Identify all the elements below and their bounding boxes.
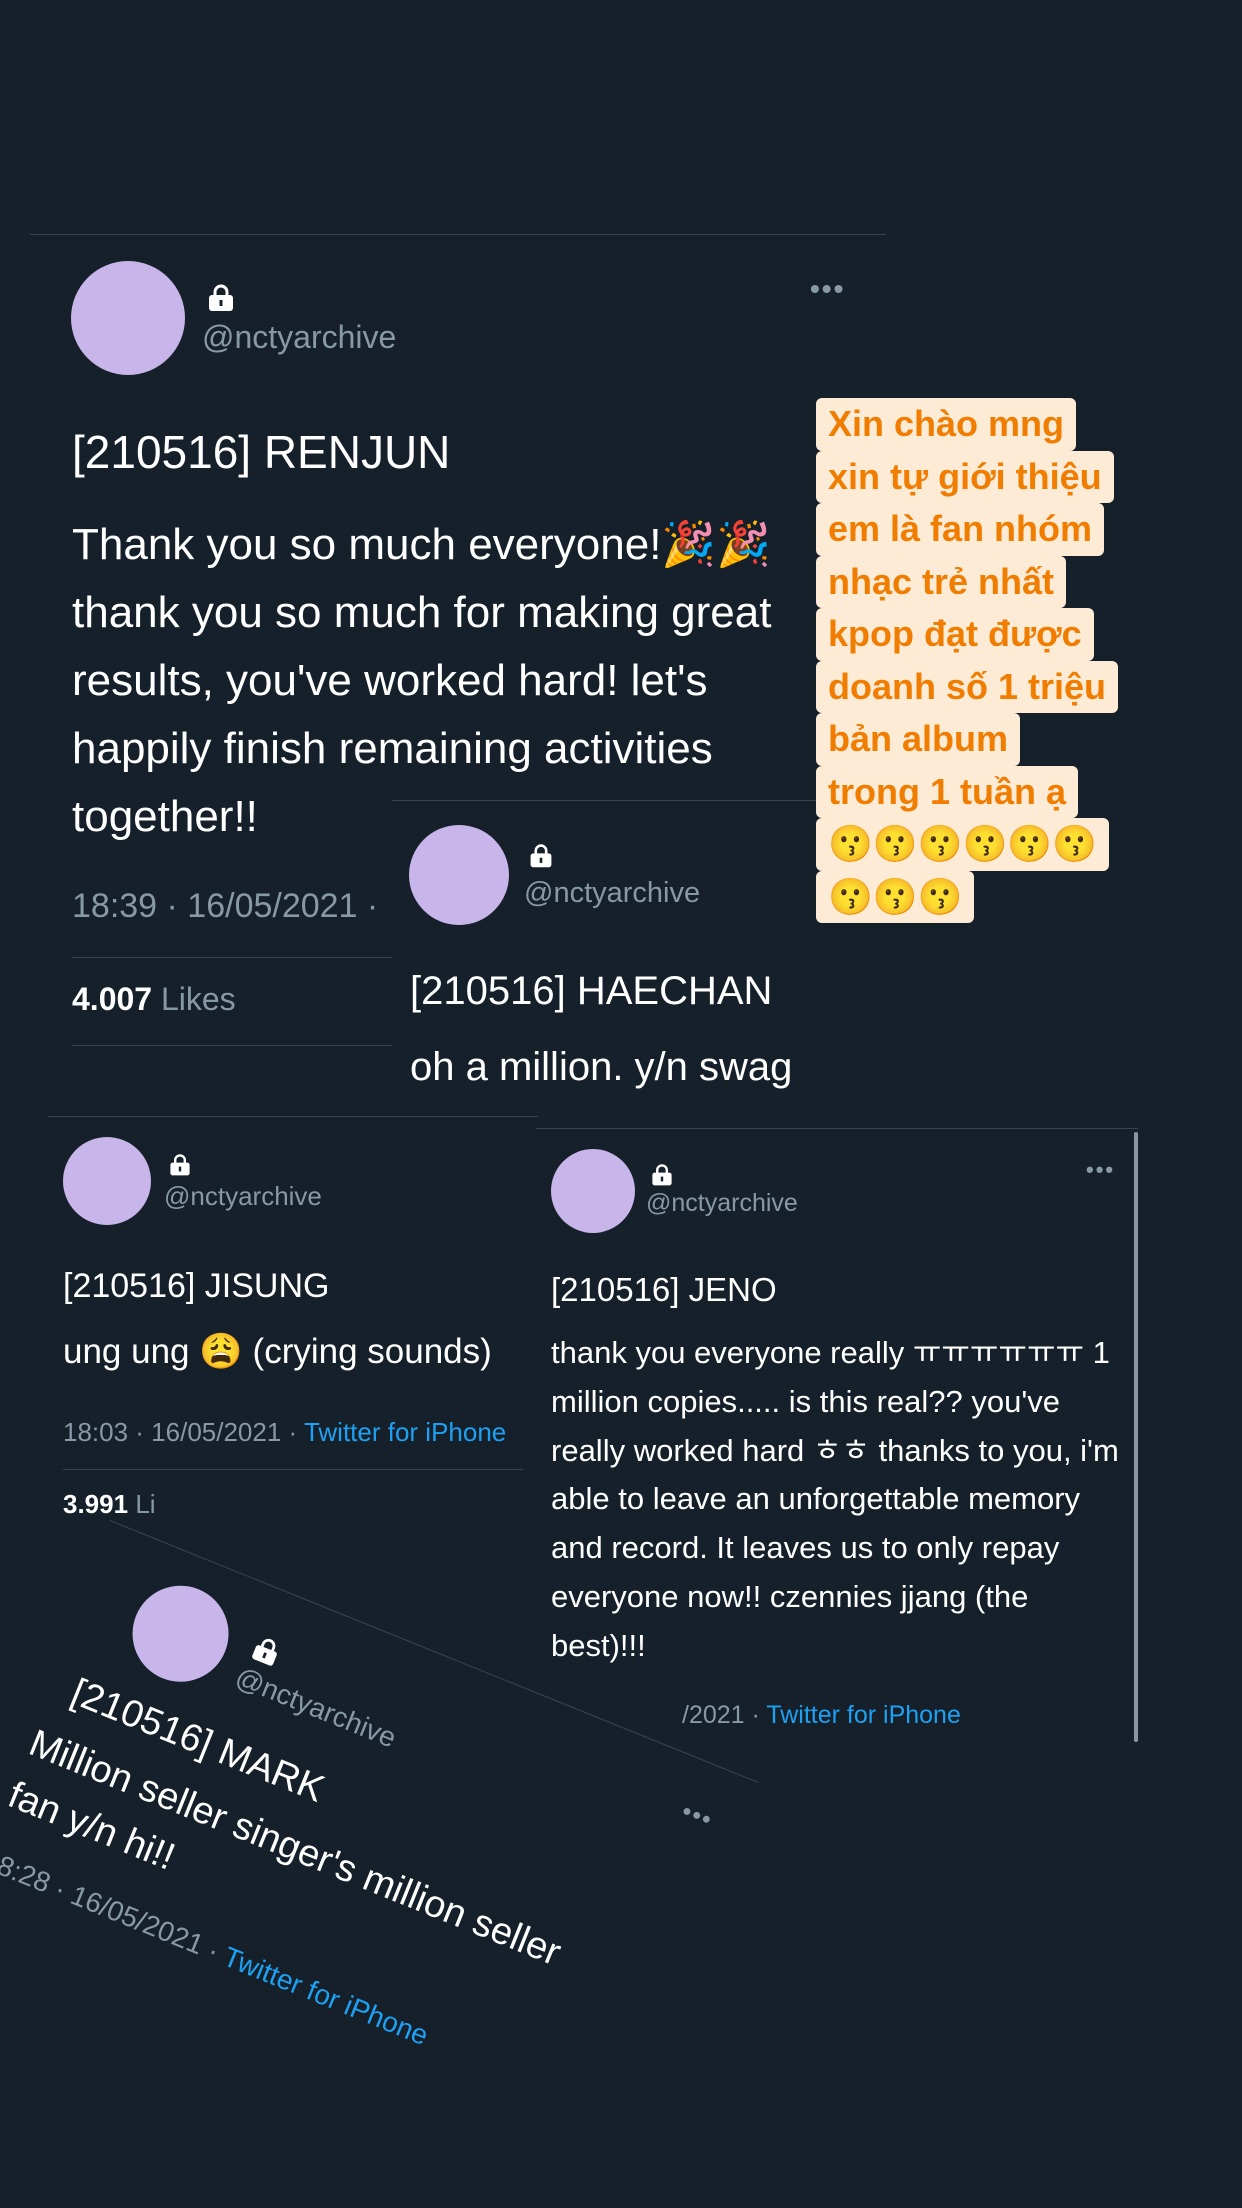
scrollbar[interactable] (1134, 1132, 1138, 1742)
tweet-text: ung ung 😩 (crying sounds) (63, 1332, 492, 1371)
sticker-line: kpop đạt được (816, 608, 1094, 661)
tweet-card-jisung: @nctyarchive [210516] JISUNG ung ung 😩 (… (48, 1116, 538, 1537)
tweet-title: [210516] HAECHAN (410, 969, 773, 1013)
tweet-timestamp: /2021 · Twitter for iPhone (682, 1701, 961, 1730)
handle[interactable]: @nctyarchive (164, 1181, 322, 1212)
sticker-line: doanh số 1 triệu (816, 660, 1119, 713)
sticker-line: 😗😗😗😗😗😗 (816, 818, 1109, 871)
lock-icon (530, 844, 552, 868)
likes-number: 4.007 (72, 981, 153, 1017)
divider (72, 1045, 412, 1046)
sticker-line: xin tự giới thiệu (816, 450, 1114, 503)
likes-number: 3.991 (63, 1489, 129, 1519)
tweet-card-jeno: @nctyarchive ••• [210516] JENO thank you… (536, 1128, 1138, 1741)
tweet-timestamp: 18:39 · 16/05/2021 · (72, 887, 379, 925)
handle[interactable]: @nctyarchive (646, 1189, 798, 1218)
avatar[interactable] (118, 1571, 244, 1697)
avatar[interactable] (551, 1149, 635, 1233)
tweet-timestamp: 18:03 · 16/05/2021 · Twitter for iPhone (63, 1417, 506, 1448)
source-link[interactable]: Twitter for iPhone (766, 1701, 961, 1729)
likes-count[interactable]: 3.991 Li (63, 1489, 156, 1520)
likes-label: Li (135, 1489, 156, 1519)
sticker-text: Xin chào mng xin tự giới thiệu em là fan… (816, 398, 1146, 923)
sticker-line: 😗😗😗 (816, 870, 975, 923)
lock-icon (209, 284, 233, 311)
handle[interactable]: @nctyarchive (524, 877, 700, 910)
timestamp-text: /2021 · (682, 1701, 767, 1729)
more-options-icon[interactable]: ••• (1086, 1157, 1115, 1183)
tweet-title: [210516] RENJUN (72, 426, 451, 478)
handle[interactable]: @nctyarchive (231, 1661, 400, 1754)
sticker-line: Xin chào mng (816, 398, 1077, 451)
avatar[interactable] (409, 825, 509, 925)
sticker-line: trong 1 tuần ạ (816, 765, 1079, 818)
avatar[interactable] (71, 261, 185, 375)
divider (72, 957, 412, 958)
likes-count[interactable]: 4.007 Likes (72, 981, 236, 1018)
source-link[interactable]: Twitter for iPhone (304, 1417, 506, 1447)
tweet-title: [210516] JISUNG (63, 1267, 330, 1305)
tweet-text: thank you everyone really ㅠㅠㅠㅠㅠㅠ 1 milli… (551, 1335, 1119, 1663)
sticker-line: nhạc trẻ nhất (816, 555, 1067, 608)
likes-label: Likes (160, 981, 236, 1017)
lock-icon (652, 1164, 672, 1186)
tweet-title: [210516] JENO (551, 1271, 777, 1308)
lock-icon (252, 1638, 277, 1666)
tweet-card-haechan: @nctyarchive [210516] HAECHAN oh a milli… (392, 800, 816, 1119)
sticker-line: em là fan nhóm (816, 503, 1105, 556)
lock-icon (170, 1154, 190, 1176)
handle[interactable]: @nctyarchive (202, 319, 396, 356)
avatar[interactable] (63, 1137, 151, 1225)
more-options-icon[interactable]: ••• (678, 1798, 717, 1836)
tweet-text: oh a million. y/n swag (410, 1045, 793, 1089)
timestamp-text: 18:03 · 16/05/2021 · (63, 1417, 304, 1447)
sticker-line: bản album (816, 713, 1021, 766)
divider (63, 1469, 523, 1470)
more-options-icon[interactable]: ••• (810, 273, 845, 305)
